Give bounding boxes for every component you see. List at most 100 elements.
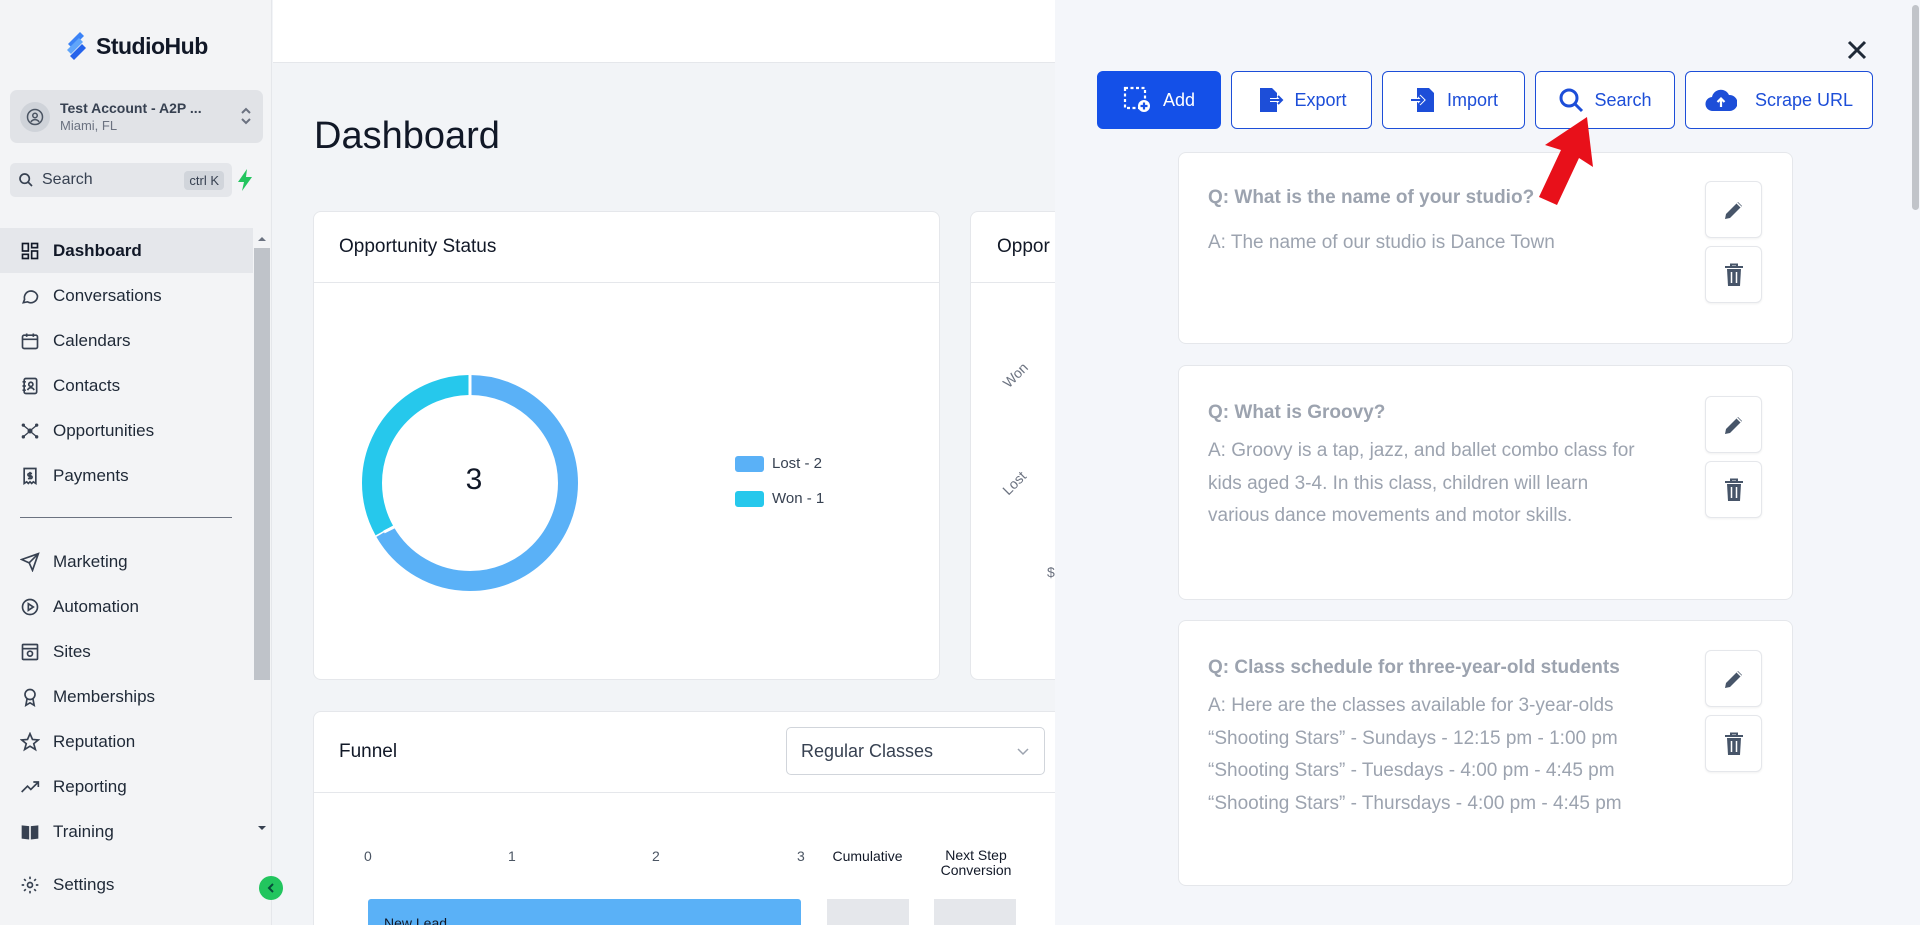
sidebar-item-contacts[interactable]: Contacts [0, 363, 253, 408]
sidebar-item-calendars[interactable]: Calendars [0, 318, 253, 363]
sidebar-item-payments[interactable]: Payments [0, 453, 253, 498]
card-title: Opportunity Status [314, 212, 939, 283]
sidebar-item-sites[interactable]: Sites [0, 629, 253, 674]
close-icon[interactable] [1843, 36, 1871, 64]
sidebar-item-label: Conversations [53, 285, 162, 305]
legend-item-won[interactable]: Won - 1 [735, 490, 824, 507]
axis-label-lost: Lost [999, 467, 1030, 499]
add-button[interactable]: Add [1097, 71, 1221, 129]
add-icon [1123, 86, 1150, 112]
quick-action-icon[interactable] [234, 166, 256, 194]
legend-swatch [735, 455, 764, 472]
sidebar-search[interactable]: Search ctrl K [10, 163, 232, 197]
sidebar-divider [20, 517, 232, 518]
brand-logo[interactable]: StudioHub [64, 30, 208, 62]
automation-icon [21, 598, 39, 615]
sidebar-item-label: Payments [53, 465, 129, 485]
delete-faq-button[interactable] [1705, 461, 1762, 518]
account-location: Miami, FL [60, 118, 118, 133]
sidebar-item-label: Sites [53, 641, 91, 661]
export-button-label: Export [1294, 89, 1347, 110]
search-icon [1559, 88, 1584, 113]
gear-icon [21, 876, 39, 894]
sidebar-item-automation[interactable]: Automation [0, 584, 253, 629]
sidebar-item-label: Training [53, 821, 114, 841]
brand-logo-icon [67, 32, 86, 60]
scroll-down-icon[interactable] [254, 822, 270, 834]
export-icon [1260, 88, 1285, 112]
donut-total: 3 [465, 463, 483, 496]
legend-label: Lost - 2 [772, 455, 823, 472]
faq-question: Q: What is Groovy? [1208, 402, 1386, 423]
chevron-down-icon [1017, 748, 1029, 756]
chevron-up-down-icon [241, 107, 251, 125]
payments-icon [23, 467, 37, 485]
sidebar-item-label: Reputation [53, 731, 136, 751]
legend-item-lost[interactable]: Lost - 2 [735, 455, 822, 472]
search-button-label: Search [1594, 89, 1652, 110]
page-title: Dashboard [314, 115, 500, 157]
chat-icon [22, 289, 39, 304]
sidebar-nav-secondary: Marketing Automation Sites Memberships R… [0, 539, 253, 854]
edit-faq-button[interactable] [1705, 650, 1762, 707]
faq-card: Q: What is the name of your studio? A: T… [1178, 152, 1793, 344]
account-name: Test Account - A2P ... [60, 100, 202, 116]
delete-faq-button[interactable] [1705, 715, 1762, 772]
faq-question: Q: What is the name of your studio? [1208, 187, 1535, 208]
delete-faq-button[interactable] [1705, 246, 1762, 303]
pencil-icon [1724, 201, 1742, 219]
trash-icon [1724, 263, 1743, 286]
panel-scroll-thumb[interactable] [1912, 5, 1919, 210]
sidebar-item-training[interactable]: Training [0, 809, 253, 854]
sidebar-item-dashboard[interactable]: Dashboard [0, 228, 253, 273]
sidebar-item-conversations[interactable]: Conversations [0, 273, 253, 318]
sidebar-scroll-thumb[interactable] [254, 248, 270, 680]
legend-label: Won - 1 [772, 490, 825, 507]
cloud-upload-icon [1705, 89, 1737, 112]
faq-answer: A: The name of our studio is Dance Town [1208, 232, 1555, 253]
calendar-icon [21, 333, 39, 349]
book-icon [21, 824, 39, 839]
sidebar: StudioHub Test Account - A2P ... Miami, … [0, 0, 272, 925]
funnel-bar-label: New Lead [384, 915, 448, 925]
scrape-url-button[interactable]: Scrape URL [1685, 71, 1873, 129]
faq-card: Q: Class schedule for three-year-old stu… [1178, 620, 1793, 886]
pencil-icon [1724, 670, 1742, 688]
dashboard-icon [21, 242, 39, 259]
sidebar-item-settings[interactable]: Settings [0, 865, 253, 905]
sidebar-item-label: Automation [53, 596, 139, 616]
user-icon [26, 108, 44, 125]
pipeline-select[interactable]: Regular Classes [786, 727, 1045, 775]
faq-question: Q: Class schedule for three-year-old stu… [1208, 657, 1620, 678]
sidebar-item-opportunities[interactable]: Opportunities [0, 408, 253, 453]
sidebar-item-memberships[interactable]: Memberships [0, 674, 253, 719]
account-switcher[interactable]: Test Account - A2P ... Miami, FL [10, 90, 263, 143]
import-icon [1410, 88, 1434, 112]
sidebar-item-label: Reporting [53, 776, 127, 796]
export-button[interactable]: Export [1231, 71, 1372, 129]
sidebar-item-marketing[interactable]: Marketing [0, 539, 253, 584]
sidebar-collapse-button[interactable] [259, 876, 283, 900]
sidebar-item-label: Memberships [53, 686, 156, 706]
brand-name: StudioHub [96, 32, 208, 59]
chevron-left-icon [267, 883, 274, 893]
pointer-arrow-icon [1539, 117, 1593, 205]
edit-faq-button[interactable] [1705, 396, 1762, 453]
funnel-tick: 1 [508, 848, 516, 864]
award-icon [24, 688, 36, 707]
edit-faq-button[interactable] [1705, 181, 1762, 238]
funnel-tick: 2 [652, 848, 660, 864]
funnel-column-next-step: Next Step Conversion [940, 847, 1012, 878]
funnel-tick: 0 [364, 848, 372, 864]
import-button[interactable]: Import [1382, 71, 1525, 129]
sites-icon [21, 643, 39, 660]
funnel-bar[interactable]: New Lead [368, 899, 801, 925]
axis-label-won: Won [999, 359, 1032, 391]
opportunity-status-card: Opportunity Status 3 Lost - 2 Won - 1 [313, 211, 940, 680]
sidebar-item-reputation[interactable]: Reputation [0, 719, 253, 764]
sidebar-item-reporting[interactable]: Reporting [0, 764, 253, 809]
funnel-next-step-cell [934, 899, 1016, 925]
add-button-label: Add [1162, 89, 1196, 110]
import-button-label: Import [1446, 89, 1498, 110]
sidebar-item-label: Contacts [53, 375, 121, 395]
